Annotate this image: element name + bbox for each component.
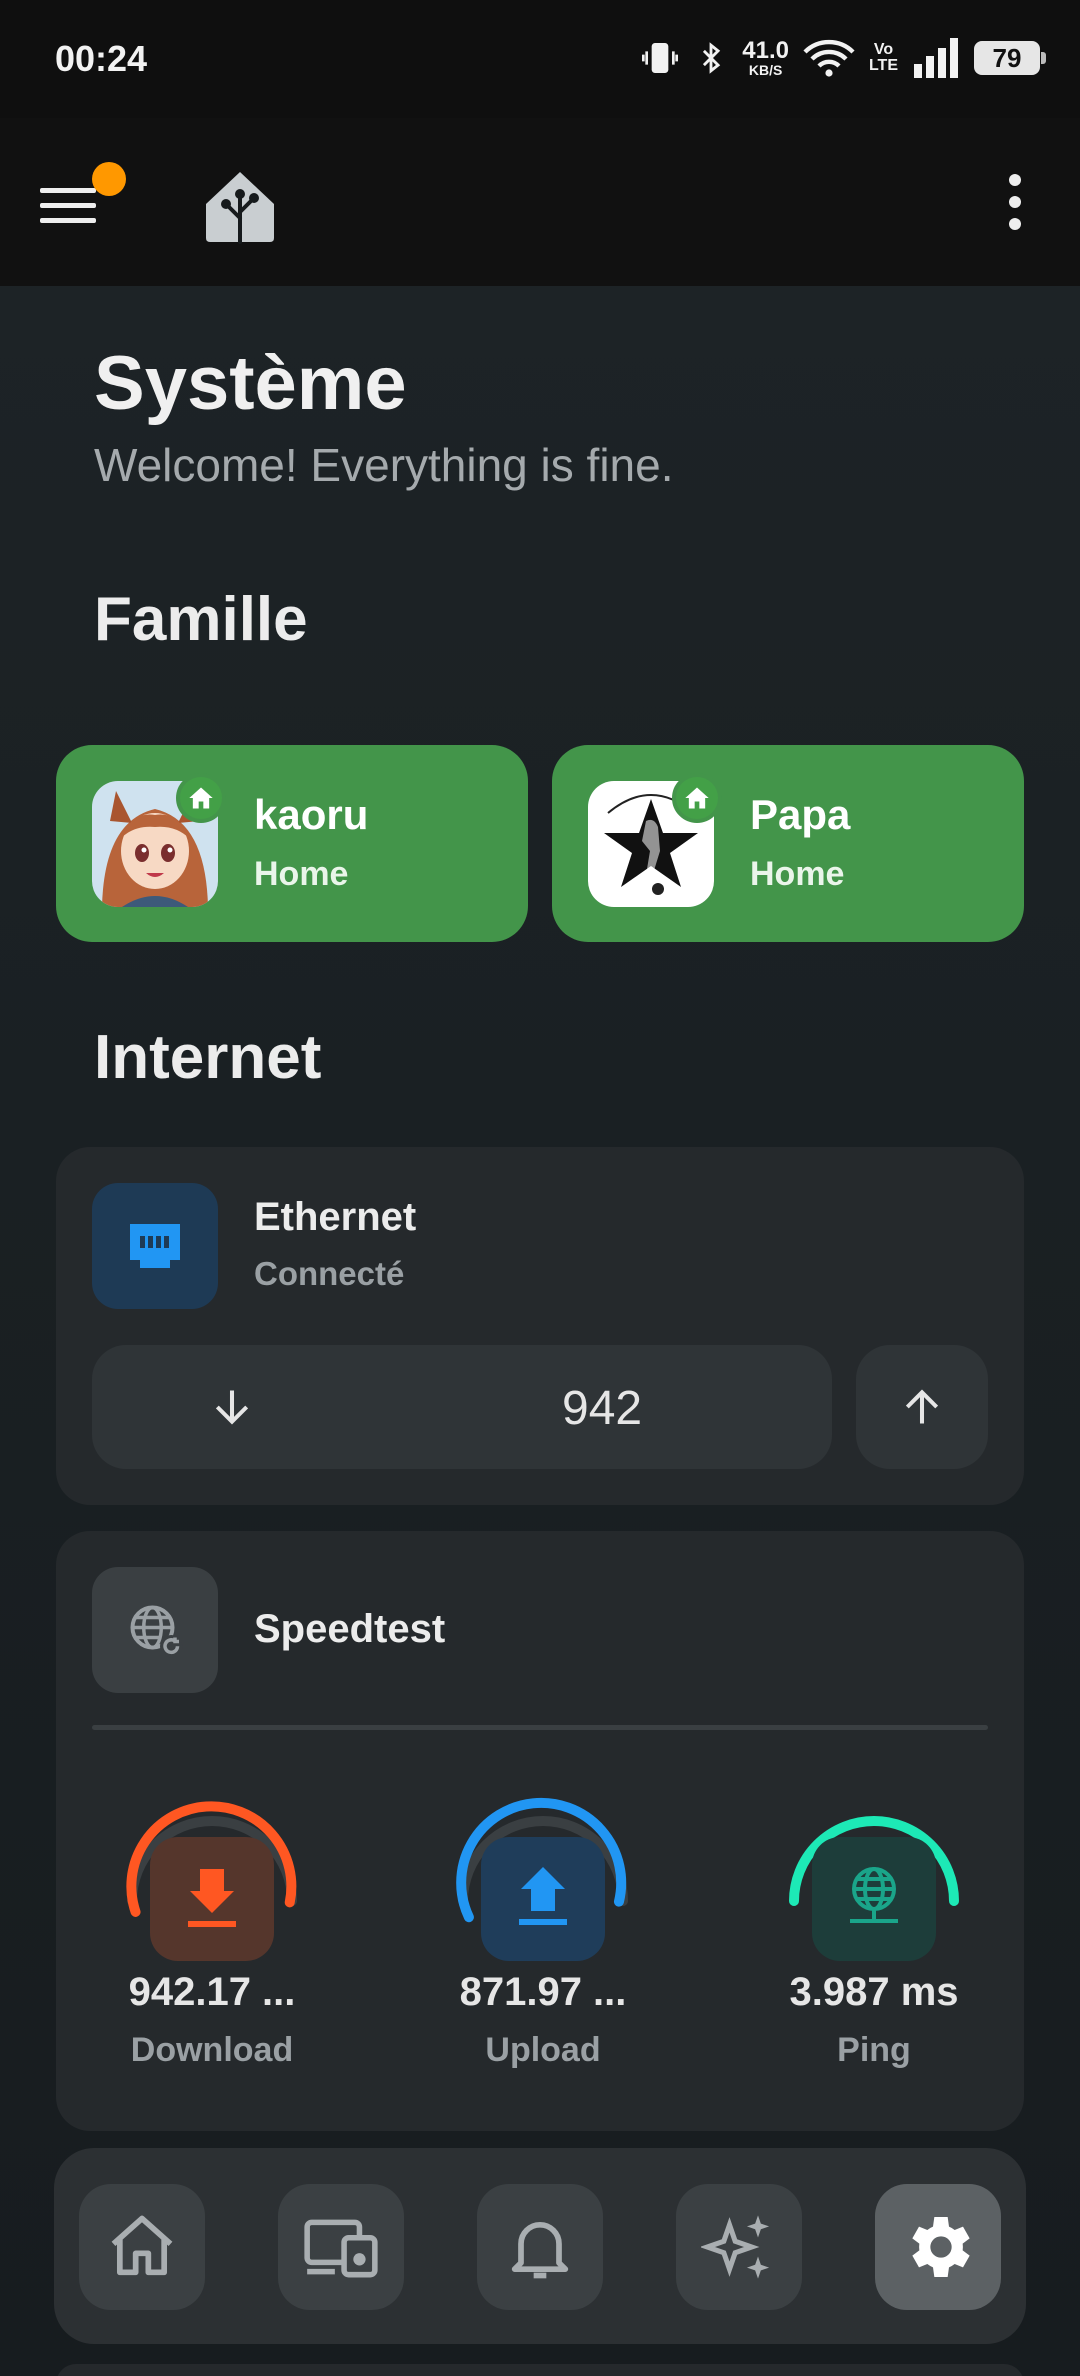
person-card-papa[interactable]: Papa Home: [552, 745, 1024, 942]
ping-value: 3.987 ms: [789, 1970, 959, 2014]
upload-value: 871.97 ...: [459, 1970, 627, 2014]
person-name: kaoru: [254, 791, 369, 838]
nav-settings-button[interactable]: [875, 2184, 1001, 2310]
download-label: Download: [130, 2031, 294, 2069]
vibrate-icon: [642, 43, 679, 73]
ping-gauge: [789, 1816, 959, 1961]
bell-icon: [511, 2222, 569, 2279]
devices-icon: [304, 2219, 378, 2278]
person-state: Home: [254, 855, 349, 893]
web-refresh-icon: [130, 1605, 183, 1658]
nav-notifications-button[interactable]: [477, 2184, 603, 2310]
menu-button[interactable]: [40, 162, 130, 242]
notification-dot: [92, 162, 126, 196]
arrow-up-icon: [905, 1389, 939, 1424]
home-badge: [672, 773, 722, 823]
home-icon: [111, 2215, 173, 2276]
nav-home-button[interactable]: [79, 2184, 205, 2310]
ping-label: Ping: [837, 2031, 911, 2069]
ethernet-icon: [130, 1224, 180, 1268]
download-value: 942.17 ...: [128, 1970, 296, 2014]
net-speed: 41.0 KB/S: [742, 37, 789, 78]
person-card-kaoru[interactable]: kaoru Home: [56, 745, 528, 942]
more-vert-icon: [1009, 174, 1021, 230]
download-speed-pill[interactable]: 942: [92, 1345, 832, 1469]
page-title: Système: [94, 341, 407, 426]
upload-gauge: [456, 1797, 628, 1961]
speedtest-title: Speedtest: [254, 1607, 446, 1651]
speedtest-icon-tile: [92, 1567, 218, 1693]
next-card-peek: [56, 2364, 1024, 2376]
ethernet-title: Ethernet: [254, 1195, 417, 1239]
gear-icon: [912, 2217, 970, 2277]
battery-icon: 79: [974, 41, 1046, 75]
bottom-navigation: [54, 2148, 1026, 2344]
home-assistant-logo: [206, 172, 274, 244]
arrow-down-icon: [215, 1390, 249, 1425]
sparkles-icon: [701, 2215, 770, 2279]
volte-indicator: Vo LTE: [869, 42, 898, 74]
app-bar: [0, 118, 1080, 286]
net-speed-unit: KB/S: [748, 62, 783, 78]
bluetooth-icon: [703, 42, 721, 74]
divider: [92, 1725, 988, 1730]
volte-top: Vo: [873, 41, 894, 58]
more-options-button[interactable]: [990, 170, 1040, 234]
home-icon: [685, 787, 709, 809]
home-icon: [189, 787, 213, 809]
ethernet-state: Connecté: [254, 1255, 405, 1292]
download-gauge: [126, 1801, 297, 1961]
net-speed-value: 41.0: [742, 37, 789, 64]
family-section-title: Famille: [94, 585, 308, 654]
home-badge: [176, 773, 226, 823]
nav-assist-button[interactable]: [676, 2184, 802, 2310]
menu-icon: [40, 188, 96, 223]
status-icons: 41.0 KB/S Vo LTE 79: [640, 34, 1046, 82]
internet-section-title: Internet: [94, 1023, 322, 1092]
status-bar: 00:24 41.0 KB/S Vo LTE 79: [0, 0, 1080, 118]
person-name: Papa: [750, 791, 851, 838]
upload-label: Upload: [485, 2031, 601, 2069]
download-speed-value: 942: [562, 1382, 643, 1435]
wifi-icon: [803, 39, 855, 77]
signal-icon: [914, 38, 958, 78]
person-state: Home: [750, 855, 845, 893]
ethernet-card[interactable]: Ethernet Connecté 942: [56, 1147, 1024, 1505]
speedtest-card[interactable]: Speedtest 942.17 ... Download 871.97 ...…: [56, 1531, 1024, 2131]
ethernet-icon-tile: [92, 1183, 218, 1309]
page-subtitle: Welcome! Everything is fine.: [94, 439, 674, 491]
volte-bottom: LTE: [868, 57, 898, 74]
upload-speed-button[interactable]: [856, 1345, 988, 1469]
status-time: 00:24: [55, 38, 148, 79]
nav-devices-button[interactable]: [278, 2184, 404, 2310]
